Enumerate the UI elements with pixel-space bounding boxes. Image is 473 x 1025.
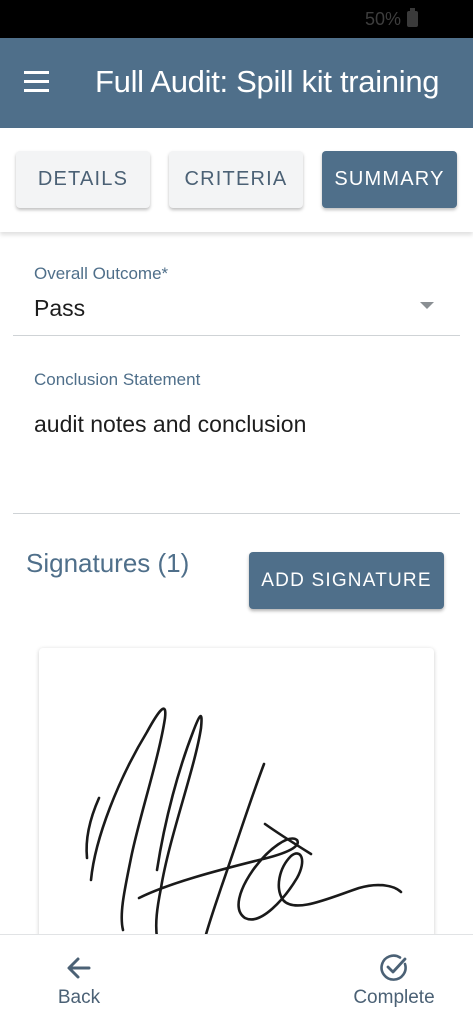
battery-icon [407,8,418,27]
overall-outcome-label: Overall Outcome* [34,264,169,283]
tab-summary[interactable]: SUMMARY [322,151,457,208]
tab-criteria[interactable]: CRITERIA [169,151,303,208]
complete-label: Complete [353,987,435,1008]
back-label: Back [57,987,101,1008]
dropdown-arrow-icon [420,302,434,309]
conclusion-statement-label: Conclusion Statement [34,370,201,389]
menu-icon[interactable] [24,71,49,93]
signature-image [85,707,403,940]
status-bar: 50% [0,0,473,38]
overall-outcome-select[interactable]: Overall Outcome* Pass [13,248,460,336]
conclusion-statement-field[interactable]: Conclusion Statement audit notes and con… [13,335,460,514]
page-title: Full Audit: Spill kit training [95,64,440,99]
complete-button[interactable]: Complete [345,935,443,1025]
conclusion-statement-value: audit notes and conclusion [34,411,307,437]
arrow-left-icon [67,957,91,979]
signature-card[interactable] [39,648,434,948]
battery-level: 50% [364,9,401,29]
app-bar: Full Audit: Spill kit training [0,38,473,128]
add-signature-button[interactable]: ADD SIGNATURE [249,552,444,609]
tab-details[interactable]: DETAILS [16,151,150,208]
bottom-nav: Back Complete [0,934,473,1025]
signatures-heading: Signatures (1) [26,548,190,578]
check-circle-icon [380,954,407,981]
back-button[interactable]: Back [40,935,118,1025]
tab-bar: DETAILS CRITERIA SUMMARY [0,128,473,232]
overall-outcome-value: Pass [34,295,86,321]
